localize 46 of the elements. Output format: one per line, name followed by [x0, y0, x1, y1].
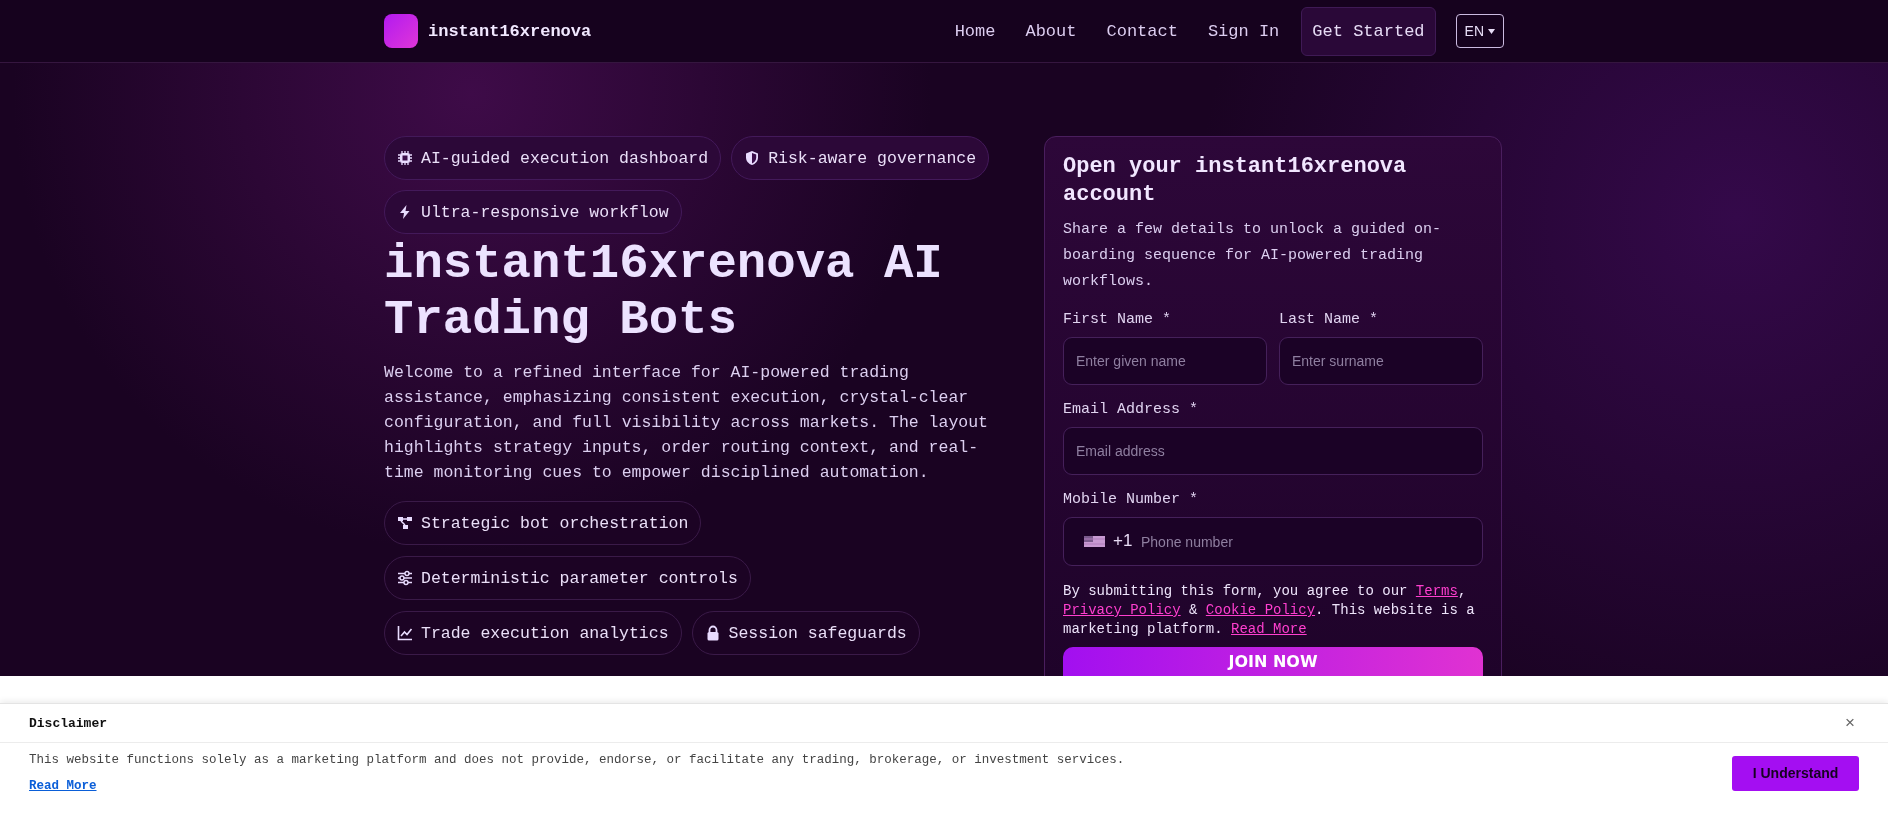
chip-icon — [397, 150, 413, 166]
field-label: Last Name * — [1279, 311, 1379, 328]
feature-pill: Session safeguards — [691, 611, 920, 655]
flag-icon — [1084, 536, 1105, 547]
input-field[interactable]: Enter surname — [1279, 337, 1483, 385]
form-description: Share a few details to unlock a guided on-boarding sequence for AI-powered trading workflows. — [1063, 220, 1443, 292]
feature-badge: AI-guided execution dashboard — [384, 136, 722, 180]
form-title: Open your instant16xrenova account — [1063, 153, 1408, 209]
policy-link[interactable]: Privacy Policy — [1063, 602, 1181, 618]
disclaimer-title: Disclaimer — [29, 715, 107, 731]
field-label: First Name * — [1063, 311, 1172, 328]
close-button[interactable]: × — [1841, 713, 1859, 733]
caret-icon — [1488, 28, 1495, 34]
policy-link[interactable]: Read More — [1231, 621, 1307, 637]
understand-button[interactable]: I Understand — [1732, 755, 1859, 791]
feature-pill: Deterministic parameter controls — [384, 556, 751, 600]
network-icon — [397, 515, 413, 531]
field-label: Email Address * — [1063, 401, 1199, 418]
country-code: +1 — [1113, 531, 1133, 551]
get-started-button[interactable]: Get Started — [1301, 6, 1436, 56]
consent-text: By submitting this form, you agree to our Terms, Privacy Policy & Cookie Policy. This website is a marketing platform. Read More — [1063, 582, 1476, 639]
policy-link[interactable]: Terms — [1415, 583, 1458, 599]
hero-description: Welcome to a refined interface for AI-powered trading assistance, emphasizing consistent execution, crystal-clear configuration, and full visibility across markets. The layout highlights strategy inputs, order routing context, and real-time monitoring cues to empower disciplined automation. — [384, 362, 989, 484]
language-selector[interactable]: EN — [1455, 14, 1504, 48]
feature-pill: Strategic bot orchestration — [384, 501, 702, 545]
feature-pill: Trade execution analytics — [384, 611, 682, 655]
nav-link[interactable]: Contact — [1094, 13, 1190, 49]
lock-icon — [704, 625, 721, 641]
logo-icon — [384, 14, 418, 48]
read-more-link[interactable]: Read More — [29, 779, 97, 793]
policy-link[interactable]: Cookie Policy — [1205, 602, 1316, 618]
field-label: Mobile Number * — [1063, 491, 1199, 508]
shield-icon — [744, 150, 761, 166]
feature-badge: Risk-aware governance — [731, 136, 990, 180]
disclaimer-text: This website functions solely as a marketing platform and does not provide, endorse, or facilitate any trading, brokerage, or investment services. — [29, 753, 1125, 767]
input-field[interactable]: Enter given name — [1063, 337, 1267, 385]
join-now-button[interactable]: JOIN NOW — [1063, 647, 1483, 676]
nav-link[interactable]: About — [1013, 13, 1089, 49]
line-chart-icon — [397, 625, 413, 641]
brand-name[interactable]: instant16xrenova — [428, 21, 592, 41]
hero-title: instant16xrenova AI Trading Bots — [384, 236, 944, 348]
email-field[interactable]: Email address — [1063, 427, 1483, 475]
feature-badge: Ultra-responsive workflow — [384, 190, 682, 234]
nav-link[interactable]: Home — [942, 13, 1008, 49]
sliders-icon — [397, 570, 413, 586]
nav-link[interactable]: Sign In — [1195, 13, 1292, 49]
